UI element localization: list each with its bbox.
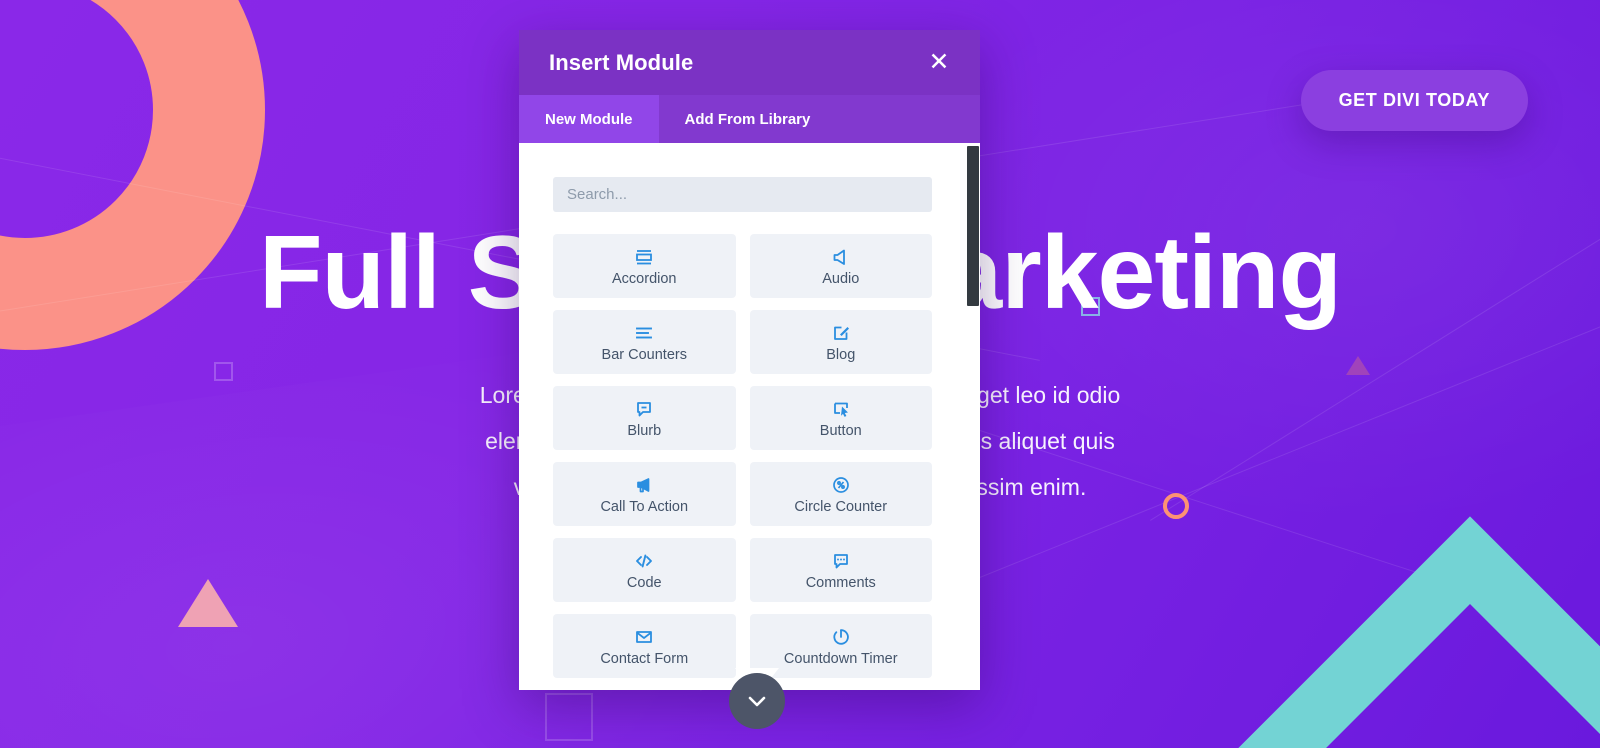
chevron-down-icon: [748, 696, 766, 707]
close-icon[interactable]: ✕: [924, 48, 954, 78]
module-label: Blog: [826, 346, 856, 363]
module-cell-accordion[interactable]: Accordion: [553, 234, 736, 298]
add-section-arrow-button[interactable]: [729, 673, 785, 729]
speaker-icon: [830, 246, 852, 268]
tab-new-module[interactable]: New Module: [519, 95, 659, 143]
module-cell-audio[interactable]: Audio: [749, 234, 932, 298]
modal-body: Accordion Audio: [519, 143, 980, 690]
module-cell-circle-counter[interactable]: Circle Counter: [749, 462, 932, 526]
module-label: Audio: [822, 270, 860, 287]
module-label: Call To Action: [600, 498, 689, 515]
comment-dots-icon: [830, 550, 852, 572]
blog-pencil-icon: [830, 322, 852, 344]
module-label: Circle Counter: [794, 498, 888, 515]
get-divi-today-button[interactable]: GET DIVI TODAY: [1300, 70, 1528, 131]
modal-scrollbar-thumb[interactable]: [967, 146, 979, 306]
module-label: Button: [819, 422, 862, 439]
module-label: Accordion: [612, 270, 677, 287]
code-brackets-icon: [633, 550, 655, 572]
megaphone-icon: [633, 474, 655, 496]
clock-icon: [830, 626, 852, 648]
module-cell-contact-form[interactable]: Contact Form: [553, 614, 736, 678]
module-label: Bar Counters: [601, 346, 687, 363]
speech-bubble-minus-icon: [633, 398, 655, 420]
module-cell-bar-counters[interactable]: Bar Counters: [553, 310, 736, 374]
tab-add-from-library[interactable]: Add From Library: [659, 95, 837, 143]
modal-title: Insert Module: [549, 49, 694, 75]
teal-diamond-shape: [1208, 516, 1600, 748]
module-grid: Accordion Audio Bar Counters Blog Blurb …: [553, 234, 940, 678]
cursor-box-icon: [830, 398, 852, 420]
accordion-icon: [633, 246, 655, 268]
pink-triangle-shape: [178, 579, 238, 627]
module-cell-blog[interactable]: Blog: [749, 310, 932, 374]
module-cell-blurb[interactable]: Blurb: [553, 386, 736, 450]
module-cell-code[interactable]: Code: [553, 538, 736, 602]
modal-tab-bar: New Module Add From Library: [519, 95, 980, 143]
module-label: Contact Form: [600, 650, 689, 667]
module-label: Blurb: [627, 422, 662, 439]
modal-header: Insert Module ✕: [519, 30, 980, 95]
square-outline-shape: [545, 693, 593, 741]
insert-module-modal: Insert Module ✕ New Module Add From Libr…: [519, 30, 980, 690]
module-label: Code: [626, 574, 662, 591]
module-cell-comments[interactable]: Comments: [749, 538, 932, 602]
divi-builder-page: Full Service Marketing Lorem ipsum dolor…: [0, 0, 1600, 748]
module-label: Countdown Timer: [783, 650, 898, 667]
module-cell-button[interactable]: Button: [749, 386, 932, 450]
module-label: Comments: [805, 574, 876, 591]
search-input[interactable]: [553, 177, 932, 212]
bars-icon: [633, 322, 655, 344]
percent-circle-icon: [830, 474, 852, 496]
search-container: [553, 177, 940, 212]
module-cell-call-to-action[interactable]: Call To Action: [553, 462, 736, 526]
envelope-icon: [633, 626, 655, 648]
modal-scrollbar-track[interactable]: [966, 143, 980, 690]
